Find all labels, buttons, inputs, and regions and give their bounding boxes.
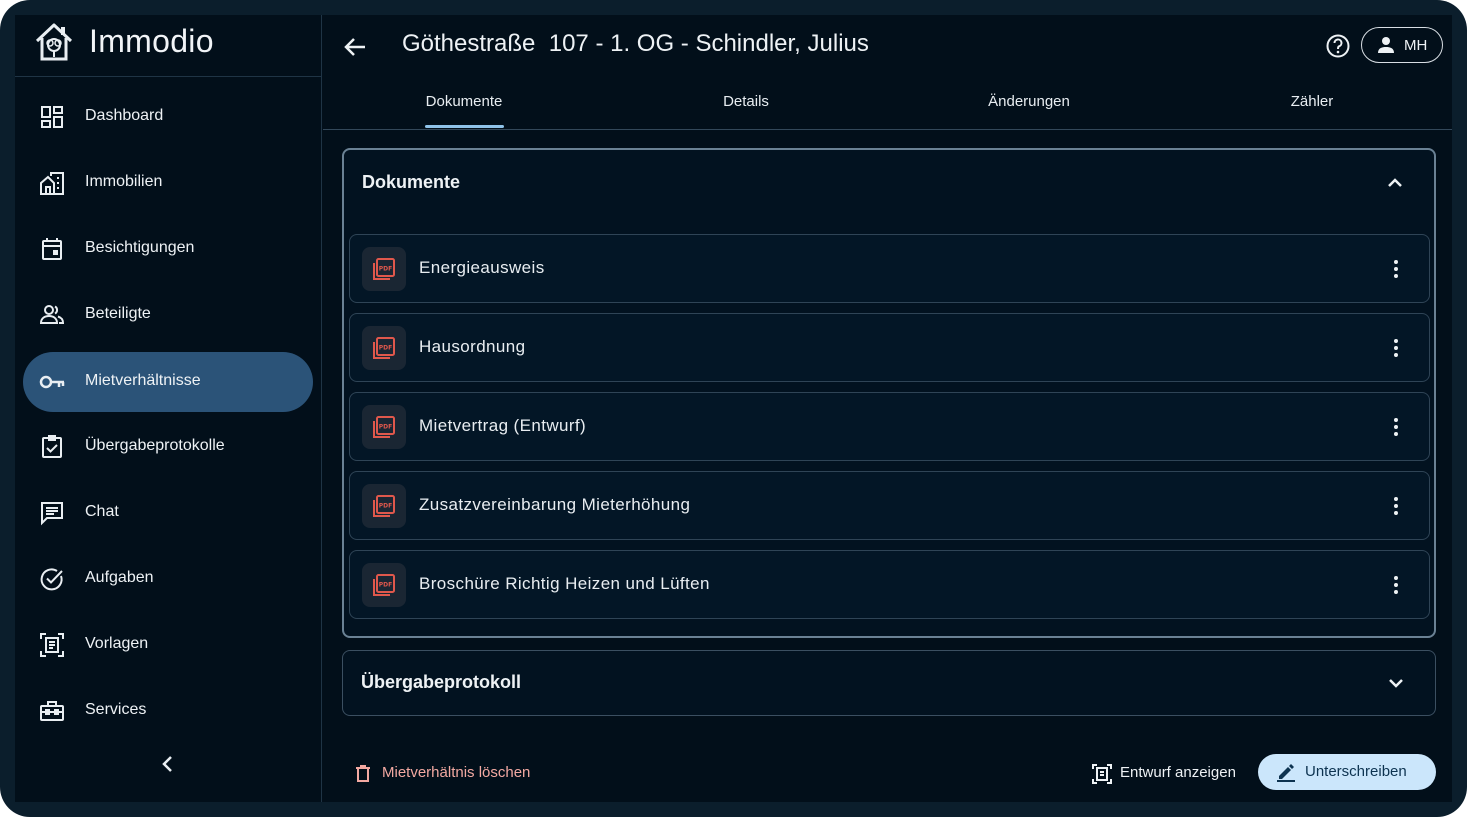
sidebar-item-label: Dashboard — [85, 107, 164, 124]
document-item[interactable]: PDF Energieausweis — [349, 234, 1430, 303]
more-vert-icon[interactable] — [1386, 574, 1406, 596]
user-menu-button[interactable]: MH — [1361, 27, 1443, 63]
handover-section-title[interactable]: Übergabeprotokoll — [361, 672, 521, 693]
sidebar-item-services[interactable]: Services — [23, 681, 313, 741]
main-content: Göthestraße 107 - 1. OG - Schindler, Jul… — [323, 15, 1452, 802]
preview-icon — [1092, 764, 1112, 784]
tab-zaehler[interactable]: Zähler — [1171, 85, 1453, 129]
chevron-down-icon[interactable] — [1385, 672, 1407, 694]
tab-bar: Dokumente Details Änderungen Zähler — [323, 85, 1452, 130]
toolbox-icon — [40, 701, 64, 721]
document-item[interactable]: PDF Broschüre Richtig Heizen und Lüften — [349, 550, 1430, 619]
dashboard-icon — [41, 106, 63, 128]
sidebar-item-immobilien[interactable]: Immobilien — [23, 153, 313, 213]
delete-tenancy-label: Mietverhältnis löschen — [382, 764, 531, 781]
sign-button[interactable]: Unterschreiben — [1258, 754, 1436, 790]
document-name: Broschüre Richtig Heizen und Lüften — [419, 574, 710, 593]
brand-header: Immodio — [15, 15, 322, 77]
pen-icon — [1277, 764, 1295, 782]
chevron-up-icon[interactable] — [1384, 172, 1406, 194]
checklist-icon — [42, 435, 62, 458]
handover-section[interactable]: Übergabeprotokoll — [342, 650, 1436, 716]
collapse-sidebar-icon[interactable] — [155, 751, 181, 777]
chat-icon — [41, 502, 63, 526]
show-draft-label: Entwurf anzeigen — [1120, 764, 1236, 781]
document-name: Hausordnung — [419, 337, 526, 356]
more-vert-icon[interactable] — [1386, 258, 1406, 280]
building-icon — [40, 172, 64, 195]
app-screen: Immodio Dashboard Immobilien Besichtigun… — [15, 15, 1452, 802]
pdf-icon: PDF — [362, 563, 406, 607]
back-arrow-icon[interactable] — [341, 33, 369, 61]
document-name: Zusatzvereinbarung Mieterhöhung — [419, 495, 691, 514]
sidebar-item-dashboard[interactable]: Dashboard — [23, 87, 313, 147]
calendar-icon — [42, 238, 62, 260]
sidebar-item-label: Übergabeprotokolle — [85, 437, 225, 454]
pdf-icon: PDF — [362, 484, 406, 528]
check-circle-icon — [40, 568, 63, 591]
document-name: Mietvertrag (Entwurf) — [419, 416, 587, 435]
template-icon — [40, 633, 64, 657]
active-tab-indicator — [425, 125, 504, 128]
house-logo-icon — [35, 23, 73, 61]
svg-text:PDF: PDF — [379, 503, 392, 510]
sidebar: Immodio Dashboard Immobilien Besichtigun… — [15, 15, 322, 802]
app-name: Immodio — [89, 23, 214, 59]
tab-aenderungen[interactable]: Änderungen — [888, 85, 1170, 129]
device-frame: Immodio Dashboard Immobilien Besichtigun… — [0, 0, 1467, 817]
sidebar-item-label: Aufgaben — [85, 569, 154, 586]
tab-dokumente[interactable]: Dokumente — [323, 85, 605, 129]
page-title: Göthestraße 107 - 1. OG - Schindler, Jul… — [402, 30, 869, 57]
sidebar-item-label: Beteiligte — [85, 305, 151, 322]
pdf-icon: PDF — [362, 326, 406, 370]
sidebar-item-label: Vorlagen — [85, 635, 149, 652]
sidebar-item-chat[interactable]: Chat — [23, 483, 313, 543]
top-bar: Göthestraße 107 - 1. OG - Schindler, Jul… — [323, 15, 1452, 77]
sidebar-item-uebergabeprotokolle[interactable]: Übergabeprotokolle — [23, 417, 313, 477]
svg-text:PDF: PDF — [379, 424, 392, 431]
pdf-icon: PDF — [362, 247, 406, 291]
sign-label: Unterschreiben — [1305, 763, 1407, 780]
svg-text:PDF: PDF — [379, 582, 392, 589]
more-vert-icon[interactable] — [1386, 495, 1406, 517]
sidebar-item-label: Besichtigungen — [85, 239, 195, 256]
help-icon[interactable] — [1325, 33, 1351, 59]
sidebar-item-beteiligte[interactable]: Beteiligte — [23, 285, 313, 345]
trash-icon — [356, 765, 370, 782]
user-icon — [1378, 37, 1394, 53]
sidebar-item-label: Immobilien — [85, 173, 163, 190]
show-draft-button[interactable]: Entwurf anzeigen — [1091, 760, 1251, 788]
people-icon — [39, 305, 65, 324]
more-vert-icon[interactable] — [1386, 337, 1406, 359]
svg-text:PDF: PDF — [379, 266, 392, 273]
sidebar-item-vorlagen[interactable]: Vorlagen — [23, 615, 313, 675]
key-icon — [39, 375, 65, 389]
documents-section-title[interactable]: Dokumente — [362, 172, 460, 193]
more-vert-icon[interactable] — [1386, 416, 1406, 438]
sidebar-item-mietverhaeltnisse[interactable]: Mietverhältnisse — [23, 352, 313, 412]
sidebar-item-besichtigungen[interactable]: Besichtigungen — [23, 219, 313, 279]
sidebar-item-aufgaben[interactable]: Aufgaben — [23, 549, 313, 609]
document-item[interactable]: PDF Hausordnung — [349, 313, 1430, 382]
document-name: Energieausweis — [419, 258, 545, 277]
document-item[interactable]: PDF Zusatzvereinbarung Mieterhöhung — [349, 471, 1430, 540]
documents-section: Dokumente PDF Energieausweis PDF Hausord… — [342, 148, 1436, 638]
user-initials: MH — [1404, 37, 1428, 54]
sidebar-item-label: Services — [85, 701, 147, 718]
svg-text:PDF: PDF — [379, 345, 392, 352]
sidebar-item-label: Mietverhältnisse — [85, 372, 201, 389]
document-item[interactable]: PDF Mietvertrag (Entwurf) — [349, 392, 1430, 461]
pdf-icon: PDF — [362, 405, 406, 449]
tab-details[interactable]: Details — [605, 85, 887, 129]
sidebar-item-label: Chat — [85, 503, 119, 520]
